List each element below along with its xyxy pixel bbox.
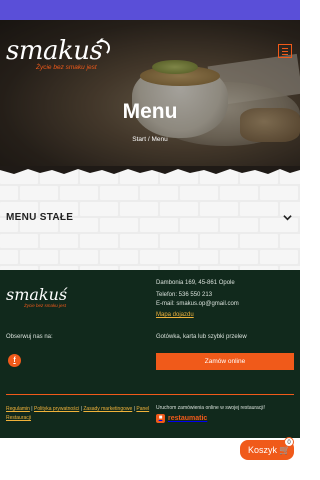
marketing-rules-link[interactable]: Zasady marketingowe [83,406,132,412]
footer-address: Dambonia 169, 45-861 Opole [156,280,235,286]
page-title: Menu [122,100,178,123]
footer-logo-tagline: Życie bez smaku jest [24,303,67,308]
logo-tagline: Życie bez smaku jest [36,64,97,71]
brick [220,250,258,264]
brick [0,250,18,264]
brick [60,186,98,200]
logo-wordmark: smakuś [6,36,103,66]
brick [0,234,38,248]
brick [60,250,98,264]
bottom-bar [0,466,300,480]
brick [240,202,278,216]
brick [140,250,178,264]
breadcrumb-separator: / [147,136,150,143]
brick [80,234,118,248]
order-online-button[interactable]: Zamów online [156,353,294,370]
hamburger-menu-button[interactable] [278,44,292,58]
hamburger-icon-line [282,54,288,55]
footer-logo[interactable]: smakuś Życie bez smaku jest [6,286,86,310]
brick [100,186,138,200]
brick [0,186,18,200]
torn-edge [0,166,300,174]
privacy-policy-link[interactable]: Polityka prywatności [34,406,79,412]
hamburger-icon [282,48,288,49]
payment-info: Gotówka, karta lub szybki przelew [156,334,247,340]
online-ordering-note: Uruchom zamówienia online w swojej resta… [156,405,265,411]
map-link[interactable]: Mapa dojazdu [156,312,194,318]
brick [20,186,58,200]
brick [180,186,218,200]
menu-section-title[interactable]: MENU STAŁE [6,212,73,223]
brick [260,186,298,200]
brick [220,218,258,232]
breadcrumb-current: Menu [151,136,168,143]
brick [160,202,198,216]
breadcrumb-home-link[interactable]: Start [132,136,146,143]
follow-label: Obserwuj nas na: [6,334,53,340]
top-status-bar [0,0,300,20]
restaumatic-label: restaumatic [168,414,208,422]
fork-icon [94,40,110,56]
brick [20,250,58,264]
regulations-link[interactable]: Regulamin [6,406,30,412]
brick [40,234,78,248]
brick [280,234,300,248]
brick [240,234,278,248]
legal-links: Regulamin | Polityka prywatności | Zasad… [6,406,150,421]
restaumatic-link[interactable]: ■ restaumatic [156,413,207,423]
brick [200,234,238,248]
brick [180,250,218,264]
cart-label: Koszyk [248,445,278,455]
footer-phone: Telefon: 536 550 213 [156,292,213,298]
brick [180,218,218,232]
brick [100,218,138,232]
brick [260,250,298,264]
brick [260,218,298,232]
site-logo[interactable]: smakuś Życie bez smaku jest [6,36,122,74]
brick [160,234,198,248]
brick [100,250,138,264]
chevron-down-icon[interactable] [283,213,292,222]
footer-logo-wordmark: smakuś [6,285,68,304]
facebook-icon[interactable]: f [8,354,21,367]
cart-count-badge: 0 [284,437,294,447]
brick [80,202,118,216]
footer-email: E-mail: smakus.op@gmail.com [156,301,239,307]
breadcrumb: Start / Menu [0,136,300,143]
brick-row [0,186,300,202]
footer-map-wrapper: Mapa dojazdu [156,312,194,318]
restaumatic-logo-icon: ■ [156,413,165,423]
hamburger-icon-line [282,51,288,52]
brick-row [0,234,300,250]
brick [140,218,178,232]
brick-row [0,250,300,266]
brick [220,186,258,200]
brick [120,202,158,216]
brick [120,234,158,248]
brick [140,186,178,200]
brick [200,202,238,216]
footer-divider [6,394,294,395]
